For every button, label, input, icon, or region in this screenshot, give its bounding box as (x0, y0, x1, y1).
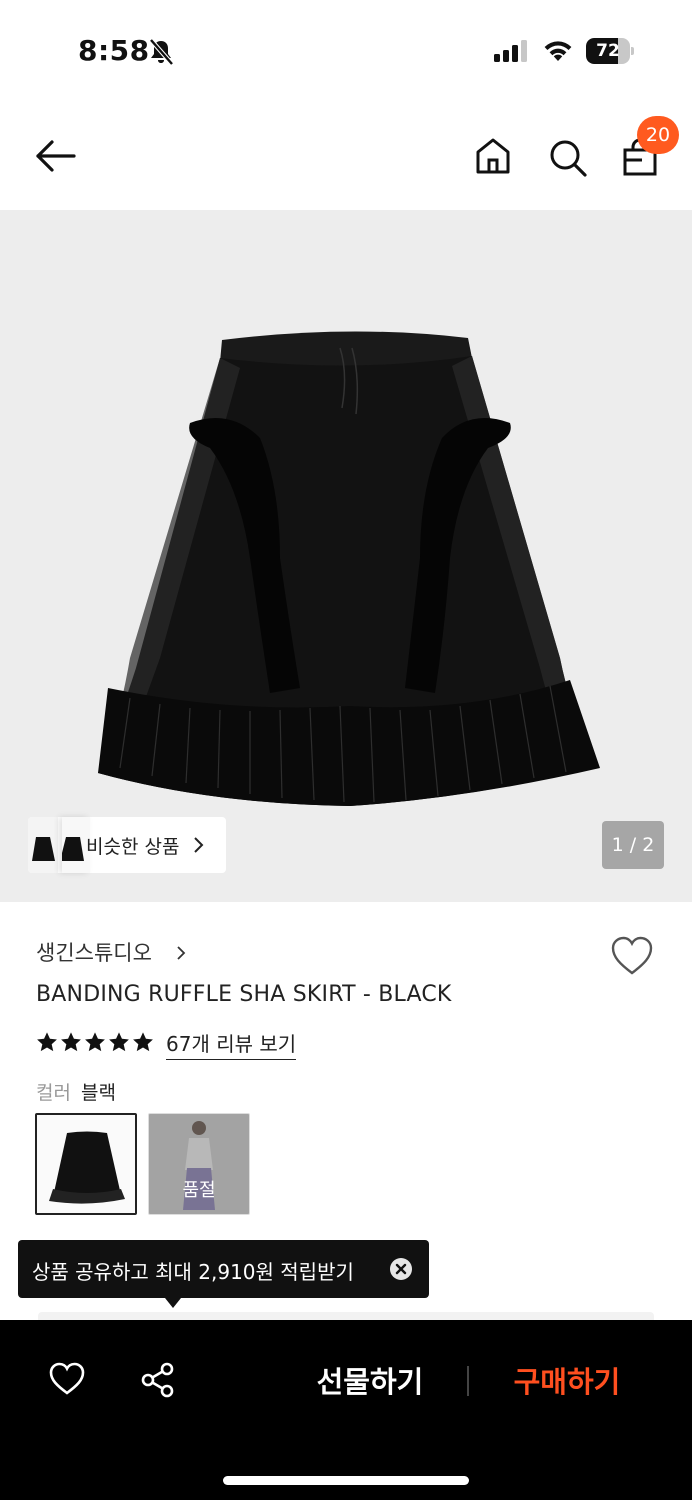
share-reward-tooltip[interactable]: 상품 공유하고 최대 2,910원 적립받기 (18, 1240, 429, 1308)
brand-name: 생긴스튜디오 (36, 941, 152, 965)
chevron-right-icon (177, 946, 186, 960)
content-divider (38, 1312, 654, 1320)
color-option-row: 컬러 블랙 (36, 1078, 116, 1105)
color-value: 블랙 (80, 1082, 116, 1104)
gift-button[interactable]: 선물하기 (300, 1358, 440, 1406)
color-swatch-soldout[interactable]: 품절 (148, 1113, 250, 1215)
star-icon (61, 1032, 81, 1052)
status-time: 8:58 (78, 34, 150, 67)
star-icon (133, 1032, 153, 1052)
back-arrow-icon[interactable] (34, 136, 78, 176)
product-image (98, 331, 600, 806)
chevron-right-icon (194, 837, 204, 853)
color-swatch-selected[interactable] (35, 1113, 137, 1215)
status-bar: 8:58 72 (0, 0, 692, 100)
share-icon[interactable] (140, 1362, 176, 1398)
star-icon (37, 1032, 57, 1052)
battery-icon: 72 (586, 38, 634, 64)
product-title: BANDING RUFFLE SHA SKIRT - BLACK (36, 982, 452, 1007)
like-heart-icon[interactable] (48, 1362, 86, 1396)
wifi-icon (544, 41, 572, 61)
close-icon[interactable] (390, 1258, 412, 1280)
share-reward-text: 상품 공유하고 최대 2,910원 적립받기 (32, 1260, 354, 1284)
home-icon[interactable] (474, 136, 512, 176)
similar-product-thumbnail (28, 817, 58, 873)
similar-products-button[interactable]: 비슷한 상품 (28, 817, 226, 873)
review-link[interactable]: 67개 리뷰 보기 (166, 1028, 297, 1060)
brand-link[interactable]: 생긴스튜디오 (36, 937, 186, 967)
similar-products-label: 비슷한 상품 (86, 836, 180, 858)
bottom-action-bar: 선물하기 구매하기 (0, 1320, 692, 1500)
image-page-indicator: 1 / 2 (602, 821, 664, 869)
button-divider (467, 1366, 469, 1396)
battery-level: 72 (596, 41, 620, 61)
buy-button[interactable]: 구매하기 (494, 1358, 640, 1406)
star-icon (85, 1032, 105, 1052)
color-label: 컬러 (36, 1082, 71, 1104)
cellular-signal-icon (494, 40, 527, 62)
wishlist-heart-icon[interactable] (610, 936, 654, 976)
top-nav: 20 (0, 100, 692, 210)
star-icon (109, 1032, 129, 1052)
search-icon[interactable] (548, 138, 588, 178)
product-image-gallery[interactable]: 비슷한 상품 1 / 2 (0, 210, 692, 902)
soldout-label: 품절 (182, 1180, 216, 1201)
bell-slash-icon (149, 38, 174, 66)
home-indicator[interactable] (223, 1476, 469, 1485)
cart-count-badge: 20 (637, 116, 679, 154)
